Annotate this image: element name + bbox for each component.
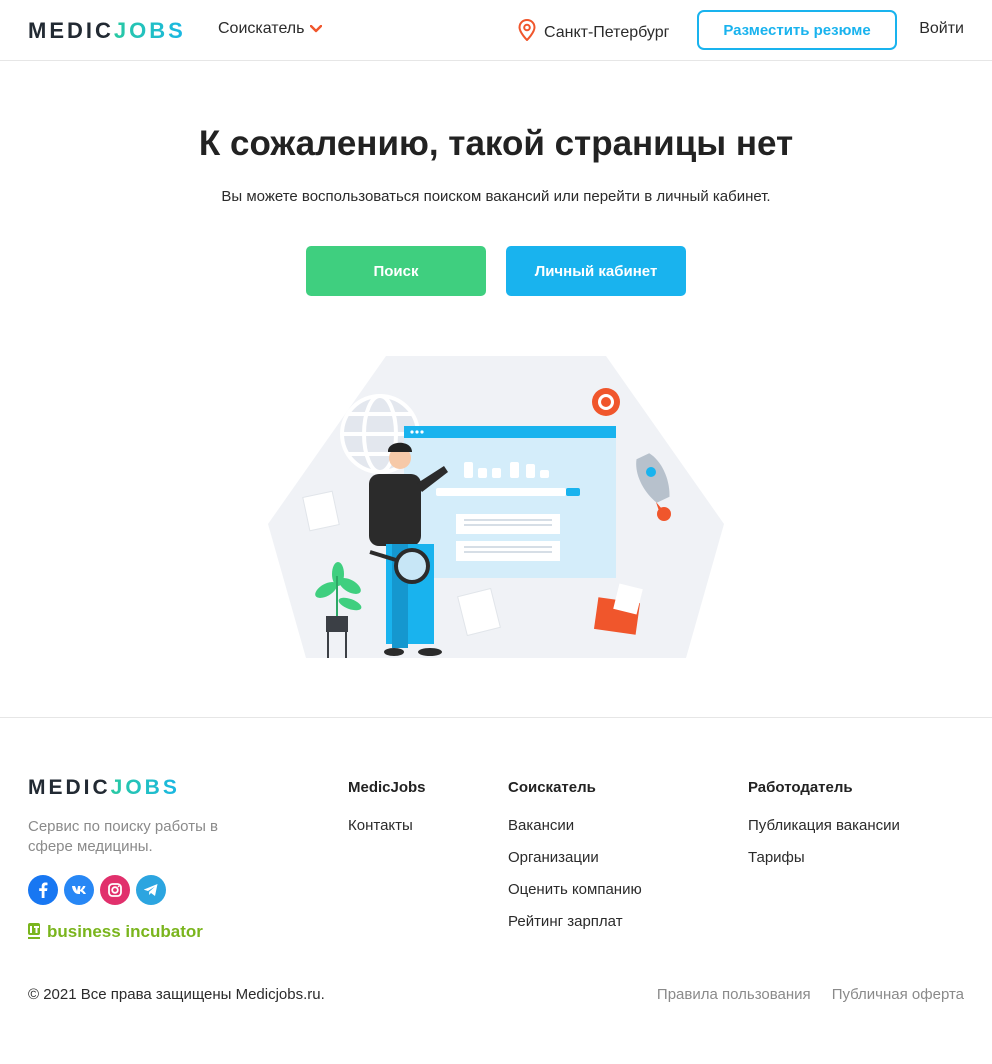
footer-link-post-vacancy[interactable]: Публикация вакансии <box>748 817 900 836</box>
instagram-icon[interactable] <box>100 875 130 905</box>
post-resume-button[interactable]: Разместить резюме <box>697 10 897 50</box>
page-title: К сожалению, такой страницы нет <box>198 124 794 163</box>
terms-link[interactable]: Правила пользования <box>657 986 811 1003</box>
footer-link-rate-company[interactable]: Оценить компанию <box>508 881 642 900</box>
copyright: © 2021 Все права защищены Medicjobs.ru. <box>28 986 325 1003</box>
login-link[interactable]: Войти <box>919 20 964 38</box>
location-pin-icon <box>518 18 536 46</box>
logo-medic: MEDIC <box>28 18 114 43</box>
footer-column-title: MedicJobs <box>348 779 426 796</box>
footer-column-title: Соискатель <box>508 779 596 796</box>
footer-link-contacts[interactable]: Контакты <box>348 817 426 836</box>
incubator-label: business incubator <box>47 922 203 941</box>
offer-link[interactable]: Публичная оферта <box>832 986 964 1003</box>
footer-link-organizations[interactable]: Организации <box>508 849 642 868</box>
facebook-icon[interactable] <box>28 875 58 905</box>
search-button[interactable]: Поиск <box>306 246 486 296</box>
business-incubator-logo[interactable]: business incubator <box>28 922 203 942</box>
footer-column-jobseeker: Соискатель Вакансии Организации Оценить … <box>508 779 642 945</box>
footer-logo[interactable]: MEDIC JOBS <box>28 776 180 800</box>
it-park-icon <box>28 923 40 939</box>
logo-jobs: JOBS <box>113 18 186 43</box>
footer-link-pricing[interactable]: Тарифы <box>748 849 900 868</box>
telegram-icon[interactable] <box>136 875 166 905</box>
footer-link-salary-rating[interactable]: Рейтинг зарплат <box>508 913 642 932</box>
vk-icon[interactable] <box>64 875 94 905</box>
footer-column-title: Работодатель <box>748 779 853 796</box>
logo[interactable]: MEDIC JOBS <box>28 18 186 44</box>
header: MEDIC JOBS Соискатель Санкт-Петербург Раз… <box>0 0 992 61</box>
footer-column-employer: Работодатель Публикация вакансии Тарифы <box>748 779 900 881</box>
footer-logo-medic: MEDIC <box>28 776 111 799</box>
social-links <box>28 875 166 905</box>
city-label: Санкт-Петербург <box>544 23 670 41</box>
footer-link-vacancies[interactable]: Вакансии <box>508 817 642 836</box>
role-label: Соискатель <box>218 20 305 37</box>
city-selector[interactable]: Санкт-Петербург <box>518 18 670 46</box>
chevron-down-icon <box>310 20 323 36</box>
footer-column-medicjobs: MedicJobs Контакты <box>348 779 426 849</box>
role-selector[interactable]: Соискатель <box>218 20 323 38</box>
not-found-illustration <box>266 354 726 660</box>
footer-description: Сервис по поиску работы в сфере медицины… <box>28 818 218 855</box>
cabinet-button[interactable]: Личный кабинет <box>506 246 686 296</box>
legal-links: Правила пользования Публичная оферта <box>657 986 964 1003</box>
footer-divider <box>0 717 992 718</box>
footer-logo-jobs: JOBS <box>110 776 180 799</box>
page-subtitle: Вы можете воспользоваться поиском ваканс… <box>221 188 771 205</box>
